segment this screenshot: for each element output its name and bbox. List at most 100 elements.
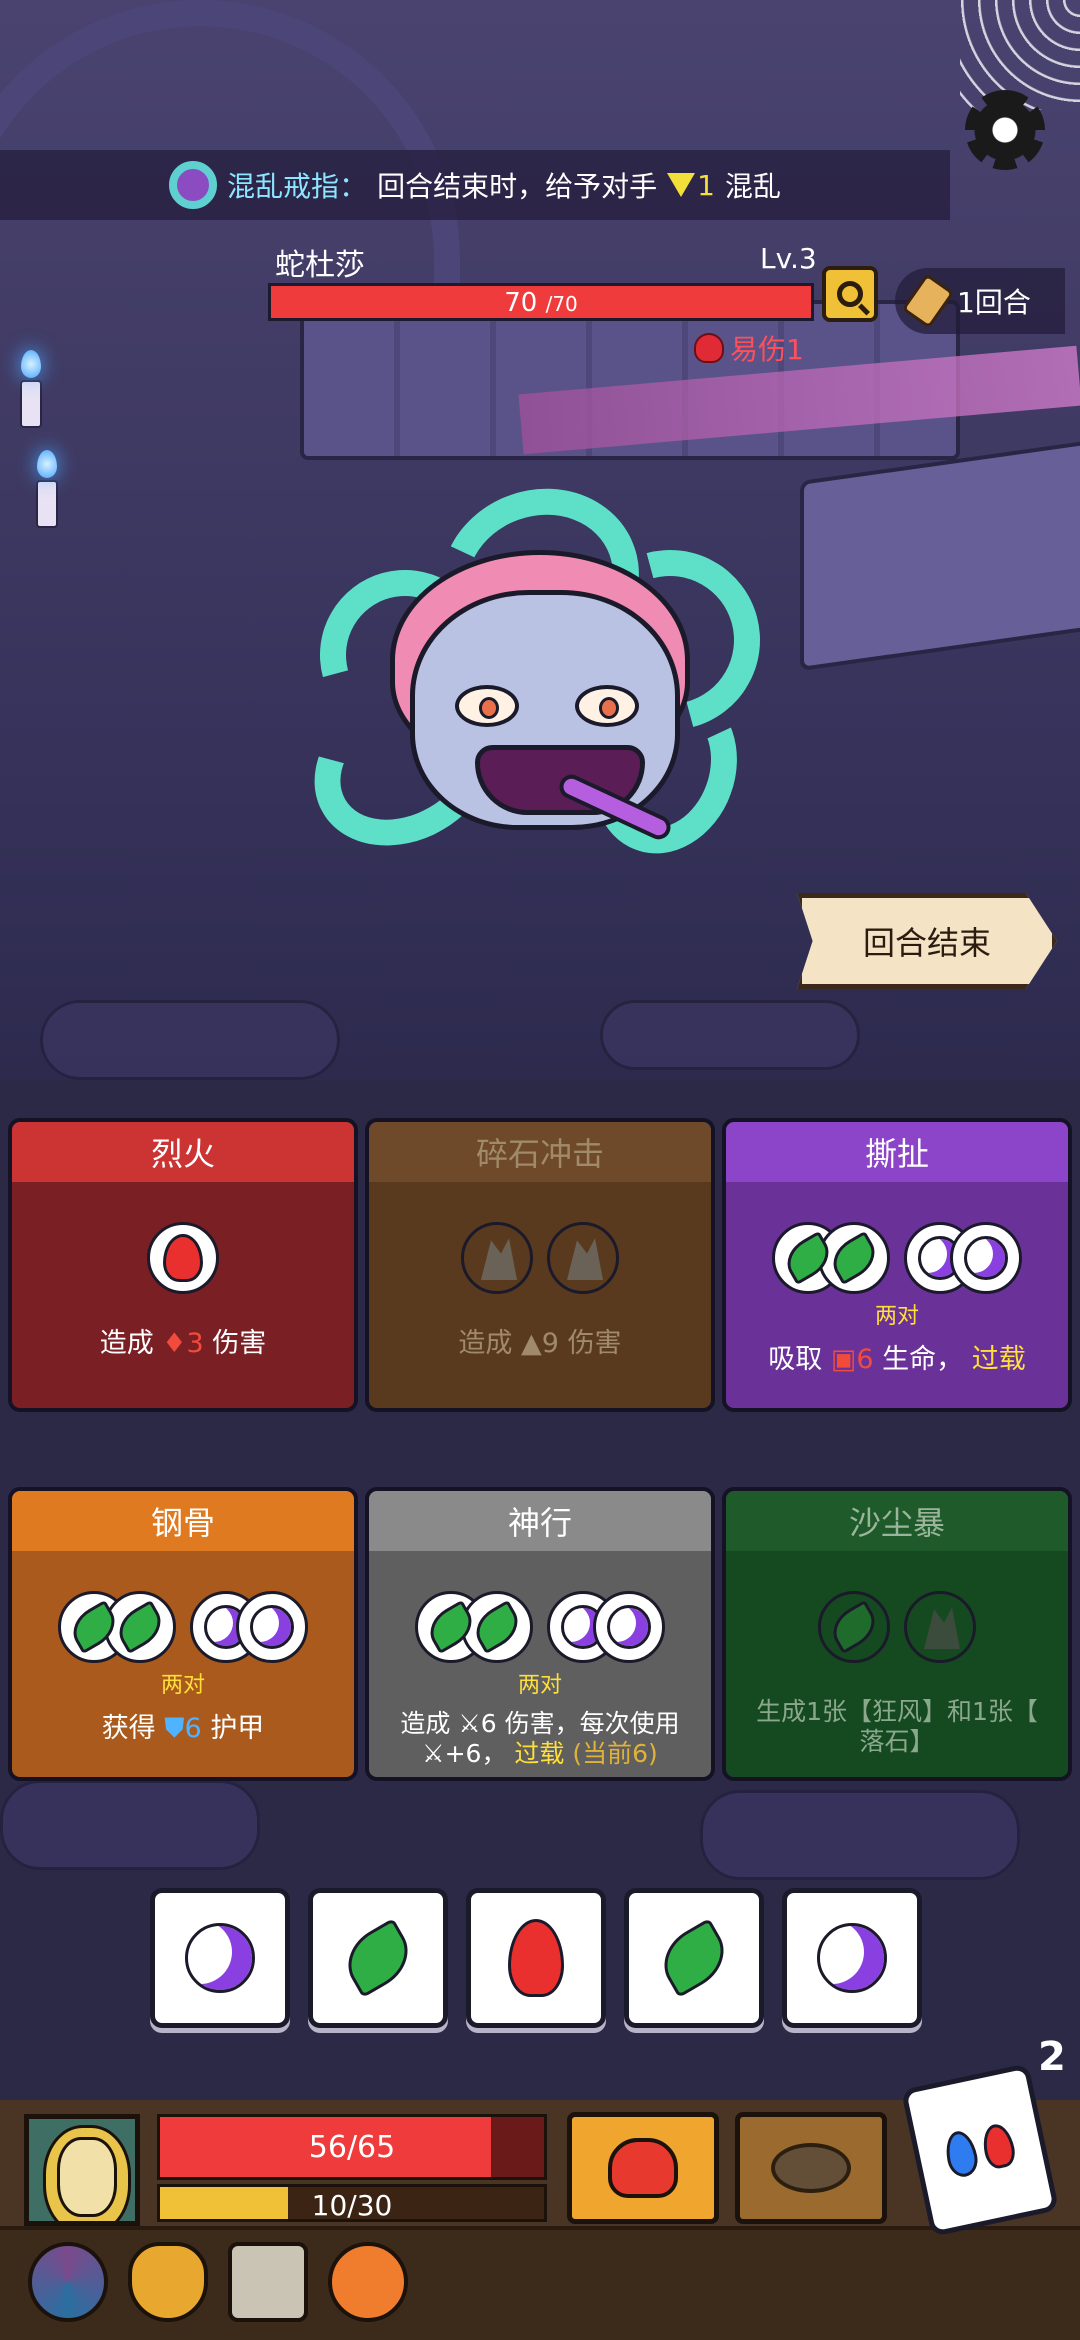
slot-pair	[904, 1222, 1022, 1294]
dice-slot[interactable]	[104, 1591, 176, 1663]
card-body: 两对 吸取 ▣6 生命， 过载	[726, 1182, 1068, 1408]
candle-flame-icon	[37, 450, 57, 478]
leaf-icon	[335, 1918, 421, 1998]
candle	[20, 380, 42, 428]
card-body: 两对 获得 ⛊6 护甲	[12, 1551, 354, 1777]
pair-requirement: 两对	[517, 1673, 562, 1698]
card-title: 碎石冲击	[369, 1122, 711, 1182]
enemy-level: Lv.3	[760, 242, 817, 275]
inspect-enemy-button[interactable]	[822, 266, 878, 322]
die-fire[interactable]	[466, 1888, 606, 2028]
rock-icon	[567, 1238, 603, 1280]
pair-requirement: 两对	[874, 1304, 919, 1329]
rock-icon	[924, 1607, 960, 1649]
player-hp-text: 56/65	[308, 2130, 396, 2165]
card-description: 造成 ▲9 伤害	[458, 1328, 622, 1359]
fist-icon	[608, 2138, 678, 2198]
moon-icon	[817, 1923, 887, 1993]
die-moon[interactable]	[150, 1888, 290, 2028]
scroll-relic-icon[interactable]	[228, 2242, 308, 2322]
floor-rock	[40, 1000, 340, 1080]
enemy-medusa-sprite[interactable]	[285, 461, 793, 890]
card-tear[interactable]: 撕扯 两对 吸取 ▣6 生命， 过载	[722, 1118, 1072, 1412]
ring-icon	[169, 161, 218, 209]
card-title: 沙尘暴	[726, 1491, 1068, 1551]
player-hp-bar: 56/65	[157, 2114, 547, 2180]
leaf-icon	[651, 1918, 737, 1998]
dice-slot[interactable]	[461, 1591, 533, 1663]
card-body: 造成 ▲9 伤害	[369, 1182, 711, 1408]
dice-slot[interactable]	[461, 1222, 533, 1294]
player-xp-text: 10/30	[311, 2189, 393, 2222]
dice-slot[interactable]	[593, 1591, 665, 1663]
avatar-face	[57, 2137, 117, 2217]
die-leaf[interactable]	[624, 1888, 764, 2028]
end-turn-label: 回合结束	[862, 924, 991, 962]
dice-slot[interactable]	[236, 1591, 308, 1663]
fang-icon: ▣	[830, 1344, 857, 1375]
card-steel-bone[interactable]: 钢骨 两对 获得 ⛊6 护甲	[8, 1487, 358, 1781]
medusa-face	[410, 590, 680, 844]
slot-pair	[190, 1591, 308, 1663]
skill-fist-button[interactable]	[567, 2112, 719, 2224]
dice-slots	[772, 1222, 1022, 1294]
card-description: 造成 ♦3 伤害	[99, 1328, 267, 1359]
vulnerable-status[interactable]: 易伤1	[694, 328, 804, 368]
vulnerable-label: 易伤1	[730, 333, 804, 366]
floor-rock	[700, 1790, 1020, 1880]
end-turn-button[interactable]: 回合结束	[797, 893, 1057, 989]
dice-slot[interactable]	[547, 1222, 619, 1294]
dice-slot[interactable]	[818, 1591, 890, 1663]
leaf-icon	[825, 1599, 883, 1655]
dice-slots	[461, 1222, 619, 1294]
leaf-icon	[111, 1599, 169, 1655]
slot-pair	[58, 1591, 176, 1663]
pupil	[479, 697, 499, 719]
water-icon	[941, 2128, 981, 2180]
eye	[575, 685, 639, 727]
leaf-icon	[825, 1230, 883, 1286]
lightning-relic-icon[interactable]	[328, 2242, 408, 2322]
confusion-amount: 1	[697, 168, 715, 202]
card-description: 生成1张【狂风】和1张【 落石】	[756, 1697, 1038, 1756]
pot-relic-icon[interactable]	[128, 2242, 208, 2322]
settings-gear-icon[interactable]	[965, 90, 1045, 170]
card-description: 吸取 ▣6 生命， 过载	[768, 1344, 1026, 1375]
swirl-relic-icon[interactable]	[28, 2242, 108, 2322]
dice-slot[interactable]	[818, 1222, 890, 1294]
dice-slots	[58, 1591, 308, 1663]
pupil	[599, 697, 619, 719]
sword-icon: ⚔	[422, 1739, 445, 1768]
relic-description: 回合结束时，给予对手	[377, 170, 658, 203]
fly-icon	[771, 2143, 851, 2193]
shield-icon: ⛊	[164, 1713, 185, 1744]
leaf-icon	[468, 1599, 526, 1655]
card-fire[interactable]: 烈火 造成 ♦3 伤害	[8, 1118, 358, 1412]
dice-tray	[150, 1888, 922, 2028]
dice-slot[interactable]	[904, 1591, 976, 1663]
moon-icon	[964, 1236, 1008, 1280]
magnifier-icon	[837, 281, 863, 307]
card-body: 生成1张【狂风】和1张【 落石】	[726, 1551, 1068, 1777]
vulnerable-icon	[694, 333, 724, 363]
dice-slots	[147, 1222, 219, 1294]
confusion-icon	[667, 173, 696, 197]
card-swift-walk[interactable]: 神行 两对 造成 ⚔6 伤害，每次使用 ⚔+6， 过载 (当前6)	[365, 1487, 715, 1781]
moon-icon	[607, 1605, 651, 1649]
skill-fly-button[interactable]	[735, 2112, 887, 2224]
dice-slot[interactable]	[950, 1222, 1022, 1294]
card-body: 两对 造成 ⚔6 伤害，每次使用 ⚔+6， 过载 (当前6)	[369, 1551, 711, 1777]
relic-bar	[28, 2242, 408, 2322]
dice-slots	[415, 1591, 665, 1663]
dice-slots	[818, 1591, 976, 1663]
card-rock-impact[interactable]: 碎石冲击 造成 ▲9 伤害	[365, 1118, 715, 1412]
card-sandstorm[interactable]: 沙尘暴 生成1张【狂风】和1张【 落石】	[722, 1487, 1072, 1781]
player-avatar[interactable]	[24, 2114, 140, 2226]
confusion-chip: 1	[667, 169, 715, 202]
die-moon[interactable]	[782, 1888, 922, 2028]
round-counter: 1回合	[895, 268, 1065, 334]
dice-slot[interactable]	[147, 1222, 219, 1294]
candle	[36, 480, 58, 528]
die-leaf[interactable]	[308, 1888, 448, 2028]
status-name: 混乱	[724, 170, 781, 203]
